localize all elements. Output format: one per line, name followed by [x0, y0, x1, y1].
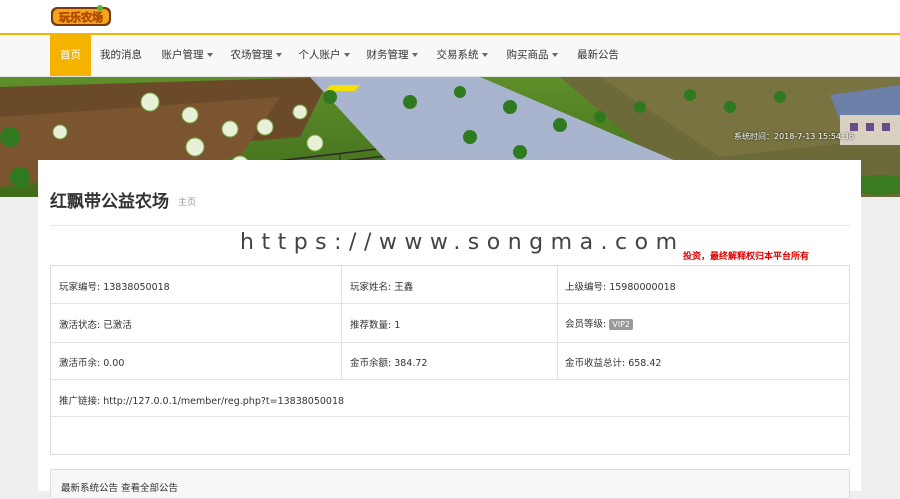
system-time: 系统时间：2018-7-13 15:54:36 — [734, 132, 854, 141]
page-title: 红飘带公益农场 — [50, 192, 169, 212]
nav-item-label: 我的消息 — [100, 49, 142, 61]
vip-badge: VIP2 — [609, 319, 633, 330]
column-divider — [557, 266, 558, 380]
row-divider — [51, 303, 849, 304]
referral-count: 推荐数量: 1 — [350, 320, 401, 331]
column-divider — [341, 266, 342, 380]
chevron-down-icon — [275, 53, 282, 57]
gold-income-total: 金币收益总计: 658.42 — [565, 358, 662, 369]
chevron-down-icon — [481, 53, 488, 57]
row-divider — [51, 379, 849, 380]
player-id: 玩家编号: 13838050018 — [59, 282, 170, 293]
nav-item-trade[interactable]: 交易系统 — [430, 35, 494, 76]
view-all-announcements-link[interactable]: 查看全部公告 — [121, 483, 178, 494]
nav-item-farm[interactable]: 农场管理 — [224, 35, 288, 76]
nav-item-label: 购买商品 — [506, 49, 549, 61]
main-nav: 首页 我的消息 账户管理 农场管理 个人账户 财务管理 交易系统 购买商品 最新… — [0, 33, 900, 77]
top-bar: 玩乐农场 — [0, 0, 900, 33]
chevron-down-icon — [343, 53, 350, 57]
nav-item-shop[interactable]: 购买商品 — [500, 35, 564, 76]
nav-item-news[interactable]: 最新公告 — [571, 35, 625, 76]
player-name: 玩家姓名: 王鑫 — [350, 282, 414, 293]
nav-item-personal[interactable]: 个人账户 — [292, 35, 356, 76]
watermark: https://www.songma.com — [240, 230, 685, 255]
gold-balance: 金币余额: 384.72 — [350, 358, 428, 369]
nav-item-label: 首页 — [60, 49, 81, 61]
nav-item-messages[interactable]: 我的消息 — [94, 35, 148, 76]
announcement-title: 最新系统公告 — [61, 483, 119, 494]
chevron-down-icon — [551, 53, 558, 57]
nav-item-account[interactable]: 账户管理 — [155, 35, 219, 76]
nav-item-home[interactable]: 首页 — [50, 35, 91, 76]
logo[interactable]: 玩乐农场 — [50, 4, 112, 28]
activation-balance: 激活币余: 0.00 — [59, 358, 125, 369]
nav-item-label: 账户管理 — [161, 49, 204, 61]
member-level: 会员等级: VIP2 — [565, 316, 633, 330]
nav-item-label: 个人账户 — [298, 49, 341, 61]
nav-item-label: 财务管理 — [366, 49, 409, 61]
logo-text: 玩乐农场 — [59, 10, 103, 24]
nav-item-label: 农场管理 — [230, 49, 273, 61]
member-level-label: 会员等级: — [565, 319, 607, 330]
chevron-down-icon — [206, 53, 213, 57]
activation-status: 激活状态: 已激活 — [59, 320, 132, 331]
referral-link[interactable]: 推广链接: http://127.0.0.1/member/reg.php?t=… — [59, 393, 344, 407]
nav-item-finance[interactable]: 财务管理 — [360, 35, 424, 76]
nav-item-label: 最新公告 — [577, 49, 619, 61]
announcement-panel: 最新系统公告 查看全部公告 — [50, 469, 850, 499]
announcement-header: 最新系统公告 查看全部公告 — [61, 480, 178, 494]
title-divider — [50, 225, 850, 226]
chevron-down-icon — [411, 53, 418, 57]
row-divider — [51, 342, 849, 343]
breadcrumb: 主页 — [178, 198, 197, 208]
notice-text: 投资，最终解释权归本平台所有 — [683, 252, 810, 262]
row-divider — [51, 416, 849, 417]
nav-item-label: 交易系统 — [436, 49, 479, 61]
account-info-table: 玩家编号: 13838050018 玩家姓名: 王鑫 上级编号: 1598000… — [50, 265, 850, 455]
parent-id: 上级编号: 15980000018 — [565, 282, 676, 293]
